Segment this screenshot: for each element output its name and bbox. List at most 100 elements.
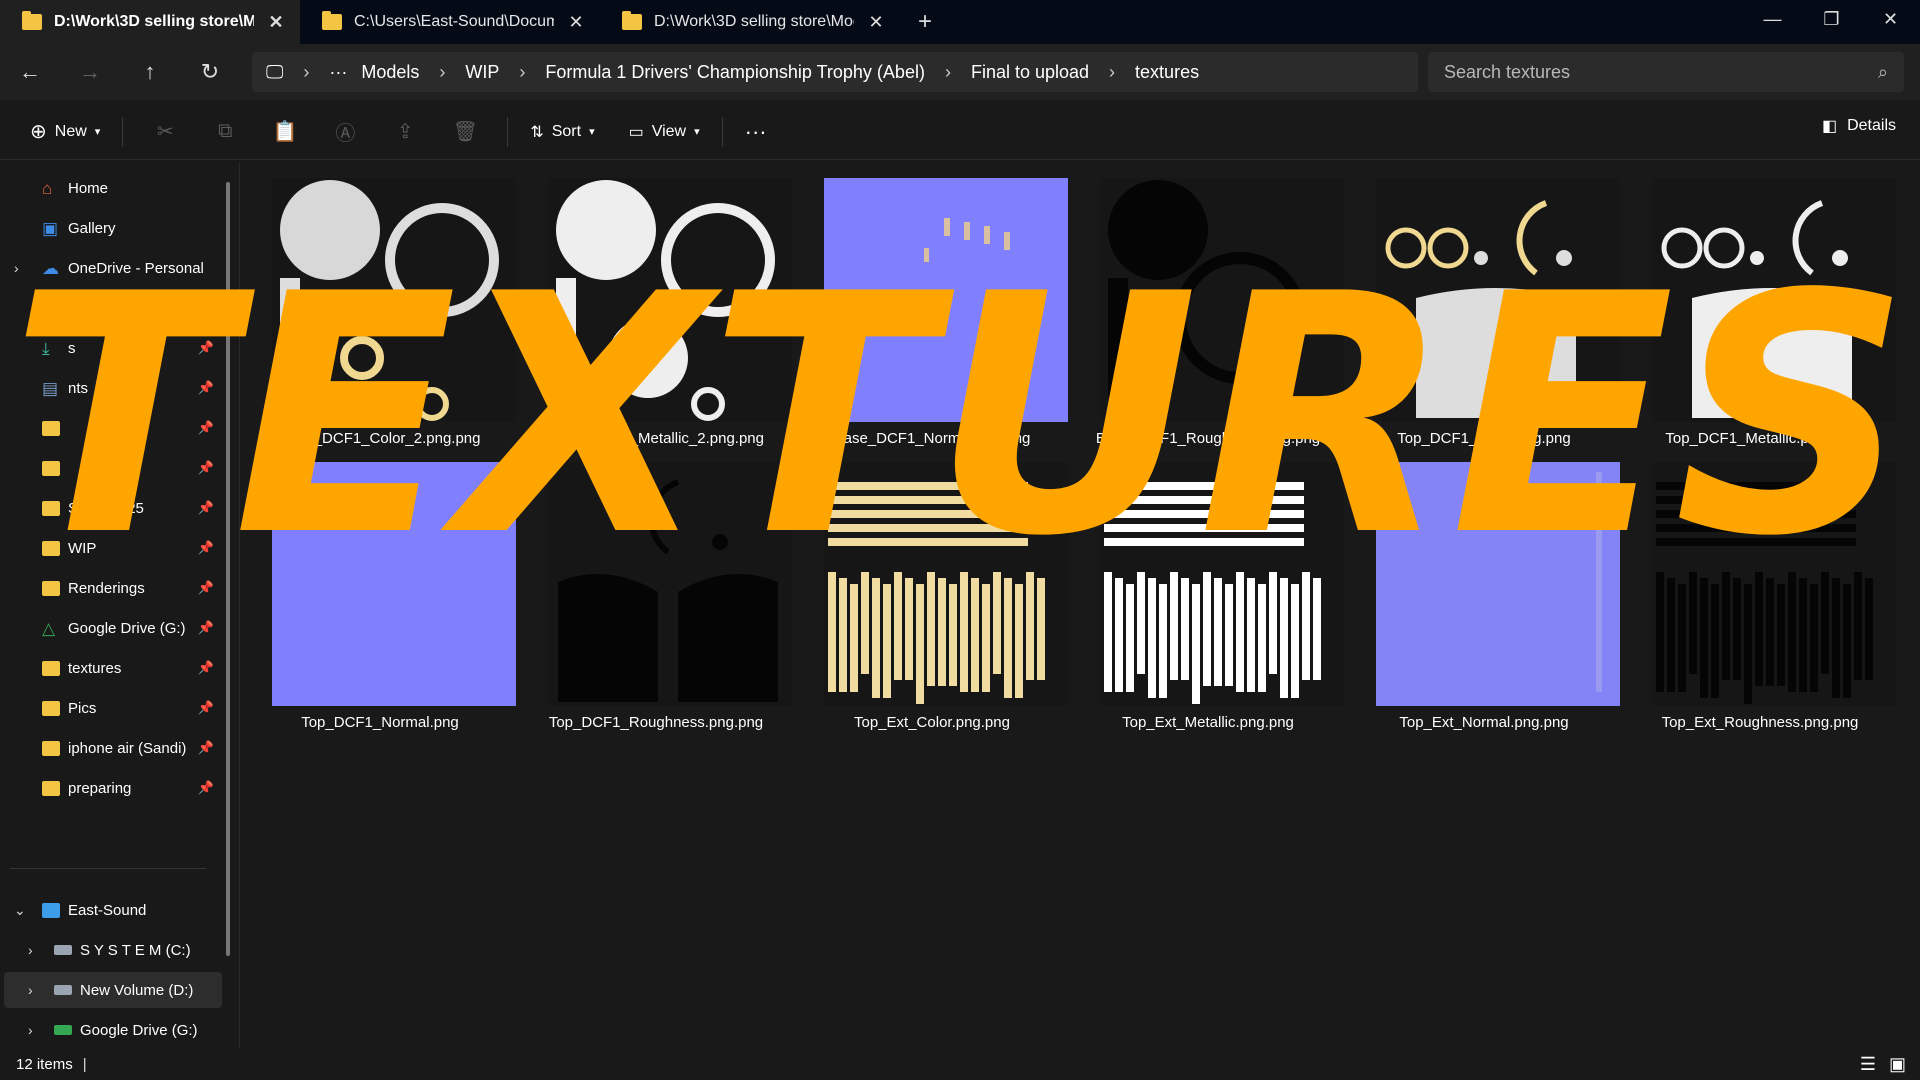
file-name: Top_DCF1_Roughness.png.png	[548, 714, 764, 731]
folder-icon	[42, 780, 60, 796]
sidebar-item[interactable]: 📌	[0, 410, 218, 446]
sidebar-item[interactable]: WIP 📌	[0, 530, 218, 566]
delete-icon[interactable]: 🗑	[435, 119, 495, 144]
copy-icon[interactable]: ⧉	[195, 120, 255, 143]
folder-icon	[42, 660, 60, 676]
sidebar-item-drive[interactable]: › New Volume (D:)	[4, 972, 222, 1008]
file-item[interactable]: Base_DCF1_Normal.png.png	[794, 164, 1070, 447]
pin-icon: 📌	[197, 620, 214, 635]
pin-icon: 📌	[197, 500, 214, 515]
sidebar-item-this-pc[interactable]: ⌄ East-Sound	[0, 892, 218, 928]
close-icon[interactable]: ✕	[266, 12, 286, 33]
file-item[interactable]: Top_DCF1_Color.png.png	[1346, 164, 1622, 447]
file-item[interactable]: Top_Ext_Roughness.png.png	[1622, 448, 1898, 731]
sidebar-item[interactable]: › ☁ OneDrive - Personal	[0, 250, 218, 286]
drive-icon	[54, 945, 72, 955]
details-view-icon[interactable]: ☰	[1860, 1054, 1876, 1075]
new-tab-button[interactable]: +	[900, 8, 950, 36]
sidebar-item[interactable]: △ Google Drive (G:) 📌	[0, 610, 218, 646]
sidebar-item[interactable]: ▣ Gallery	[0, 210, 218, 246]
cut-icon[interactable]: ✂	[135, 119, 195, 144]
pin-icon: 📌	[197, 740, 214, 755]
tab-2[interactable]: C:\Users\East-Sound\Documen ✕	[300, 0, 600, 44]
sidebar-item-label: Home	[68, 179, 109, 197]
sidebar-item-drive[interactable]: › Google Drive (G:)	[4, 1012, 222, 1048]
chevron-right-icon: ›	[519, 61, 526, 82]
computer-icon[interactable]: 🖵	[266, 62, 283, 83]
sidebar-item-drive[interactable]: › S Y S T E M (C:)	[4, 932, 222, 968]
share-icon[interactable]: ⇪	[375, 119, 435, 144]
sidebar-item[interactable]: 📌	[0, 450, 218, 486]
sidebar-item[interactable]: Pics 📌	[0, 690, 218, 726]
folder-icon	[42, 740, 60, 756]
file-item[interactable]: Top_Ext_Normal.png.png	[1346, 448, 1622, 731]
chevron-down-icon[interactable]: ⌄	[14, 902, 26, 919]
address-bar[interactable]: 🖵 › ··· Models › WIP › Formula 1 Drivers…	[252, 52, 1418, 92]
file-thumbnail	[1100, 462, 1344, 706]
file-item[interactable]: Top_DCF1_Roughness.png.png	[518, 448, 794, 731]
tab-3[interactable]: D:\Work\3D selling store\Mode ✕	[600, 0, 900, 44]
large-icons-view-icon[interactable]: ▣	[1889, 1054, 1906, 1075]
sidebar-item[interactable]: iphone air (Sandi) 📌	[0, 730, 218, 766]
up-arrow-icon[interactable]: ↑	[120, 59, 180, 85]
sidebar-item[interactable]: Study 2025 📌	[0, 490, 218, 526]
chevron-right-icon[interactable]: ›	[28, 942, 33, 958]
details-label: Details	[1847, 117, 1896, 134]
new-button[interactable]: ⊕ New ▾	[20, 112, 110, 152]
sidebar-item-label: textures	[68, 659, 122, 677]
file-item[interactable]: Top_DCF1_Normal.png	[242, 448, 518, 731]
folder-icon	[322, 11, 342, 30]
sidebar-item-label: iphone air (Sandi)	[68, 739, 187, 757]
sidebar-item[interactable]: preparing 📌	[0, 770, 218, 806]
search-icon[interactable]: ⌕	[1878, 62, 1888, 83]
sidebar-item-label: WIP	[68, 539, 97, 557]
view-button[interactable]: ▭ View ▾	[619, 112, 710, 152]
sort-button[interactable]: ⇅ Sort ▾	[520, 112, 604, 152]
sidebar-item[interactable]: ▬ D 📌	[0, 290, 218, 326]
forward-arrow-icon[interactable]: →	[60, 59, 120, 85]
search-input[interactable]: Search textures ⌕	[1428, 52, 1904, 92]
sidebar-item[interactable]: textures 📌	[0, 650, 218, 686]
tab-1[interactable]: D:\Work\3D selling store\Mod ✕	[0, 0, 300, 44]
scrollbar[interactable]	[226, 182, 230, 956]
sidebar-item-label: Study 2025	[68, 499, 144, 517]
folder-icon	[42, 460, 60, 476]
breadcrumb-final[interactable]: Final to upload	[971, 62, 1089, 83]
breadcrumb-models[interactable]: Models	[361, 62, 419, 83]
sidebar-item[interactable]: ⤓ s 📌	[0, 330, 218, 366]
sidebar-item-label: East-Sound	[68, 901, 147, 919]
minimize-icon[interactable]: —	[1743, 0, 1802, 44]
file-item[interactable]: Base_DCF1_Roughness.png.png	[1070, 164, 1346, 447]
breadcrumb-trophy[interactable]: Formula 1 Drivers' Championship Trophy (…	[545, 62, 925, 83]
breadcrumb-wip[interactable]: WIP	[465, 62, 499, 83]
rename-icon[interactable]: Ⓐ	[315, 117, 375, 146]
details-button[interactable]: ◧ Details	[1822, 116, 1896, 136]
navigation-bar: ← → ↑ ↻ 🖵 › ··· Models › WIP › Formula 1…	[0, 44, 1920, 100]
chevron-right-icon[interactable]: ›	[14, 260, 19, 276]
chevron-right-icon: ›	[439, 61, 446, 82]
close-window-icon[interactable]: ✕	[1861, 0, 1920, 44]
paste-icon[interactable]: 📋	[255, 119, 315, 144]
file-item[interactable]: Top_Ext_Metallic.png.png	[1070, 448, 1346, 731]
restore-icon[interactable]: ❐	[1802, 0, 1861, 44]
file-item[interactable]: Top_DCF1_Metallic.png.png	[1622, 164, 1898, 447]
drive-icon	[54, 985, 72, 995]
more-icon[interactable]: ···	[329, 62, 347, 83]
close-icon[interactable]: ✕	[566, 12, 586, 33]
view-label: View	[651, 122, 687, 140]
close-icon[interactable]: ✕	[866, 12, 886, 33]
chevron-right-icon[interactable]: ›	[28, 982, 33, 998]
file-item[interactable]: Top_Ext_Color.png.png	[794, 448, 1070, 731]
back-arrow-icon[interactable]: ←	[0, 59, 60, 85]
chevron-right-icon[interactable]: ›	[28, 1022, 33, 1038]
file-item[interactable]: Base_DCF1_Color_2.png.png	[242, 164, 518, 447]
file-name: Top_Ext_Color.png.png	[854, 714, 1010, 731]
refresh-icon[interactable]: ↻	[180, 59, 240, 85]
sidebar-item[interactable]: ▤ nts 📌	[0, 370, 218, 406]
sidebar-item[interactable]: ⌂ Home	[0, 170, 218, 206]
sidebar-item[interactable]: Renderings 📌	[0, 570, 218, 606]
breadcrumb-textures[interactable]: textures	[1135, 62, 1199, 83]
more-options-icon[interactable]: ···	[735, 112, 777, 152]
pin-icon: 📌	[197, 660, 214, 675]
file-item[interactable]: Base_DCF1_Metallic_2.png.png	[518, 164, 794, 447]
